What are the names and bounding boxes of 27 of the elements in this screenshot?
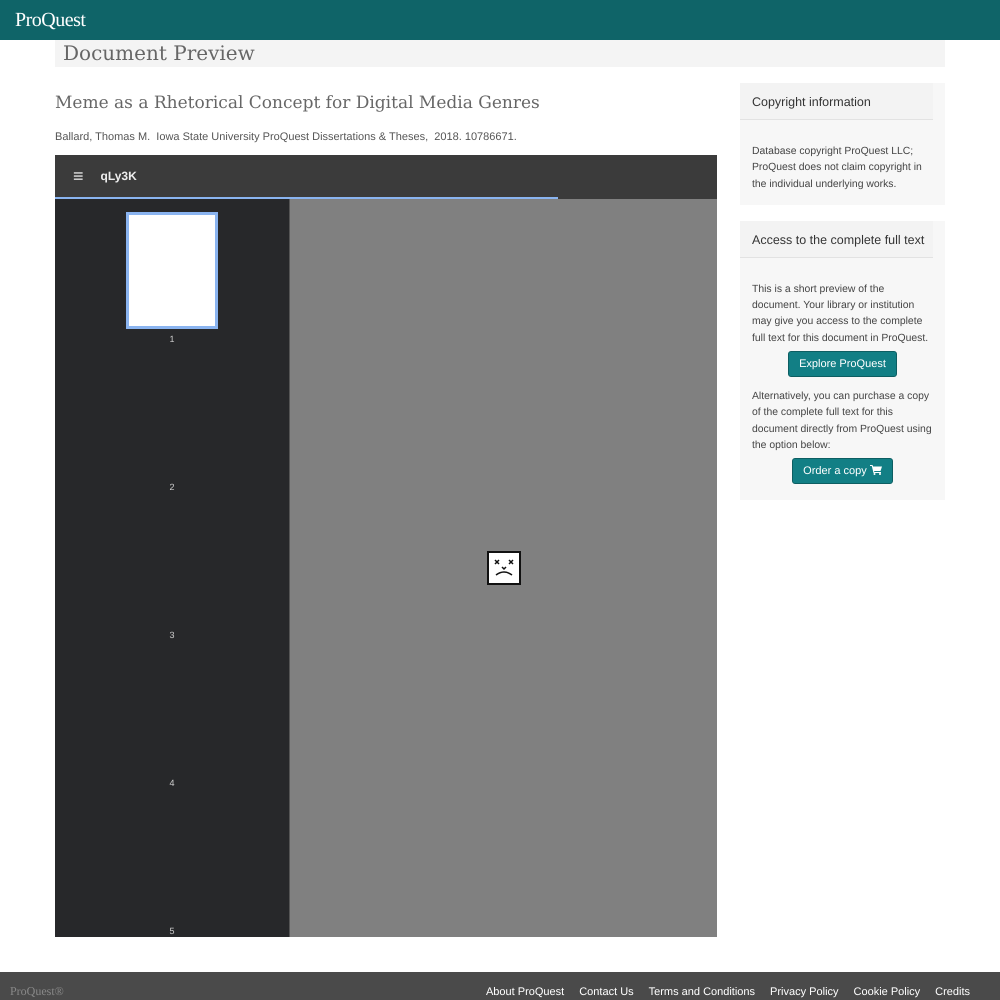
card-text: This is a short preview of the document. Your library or institution may give you access to the complete full text for this document in ProQuest. [752, 282, 930, 346]
action-button[interactable]: Order a copy [792, 458, 893, 484]
page-number[interactable]: 1 [169, 334, 174, 344]
footer-link[interactable]: Terms and Conditions [648, 986, 756, 999]
file-name: qLy3K [100, 169, 137, 183]
card-text: Database copyright ProQuest LLC; ProQuest does not claim copyright in the individual underlying works. [752, 145, 923, 192]
footer-link[interactable]: Privacy Policy [770, 986, 839, 999]
page-number[interactable]: 2 [169, 482, 174, 492]
broken-document-icon [486, 551, 520, 585]
menu-icon[interactable]: ≡ [73, 166, 84, 186]
card-text: Alternatively, you can purchase a copy of the complete full text for this document directly from ProQuest using the option below: [752, 390, 933, 453]
citation: Ballard, Thomas M. Iowa State University ProQuest Dissertations & Theses, 2018. 10786671. [55, 131, 518, 143]
card-title: Access to the complete full text [740, 220, 933, 258]
footer-link[interactable]: Credits [935, 986, 970, 999]
page-title: Document Preview [55, 40, 945, 67]
document-title: Meme as a Rhetorical Concept for Digital Media Genres [55, 93, 541, 113]
footer-link[interactable]: About ProQuest [486, 986, 564, 999]
logo[interactable]: ProQuest [15, 8, 86, 32]
page-number[interactable]: 5 [169, 926, 174, 936]
cart-icon [870, 465, 882, 476]
action-button[interactable]: Explore ProQuest [788, 351, 897, 378]
page-thumbnail[interactable] [126, 212, 218, 329]
page-number[interactable]: 3 [169, 630, 174, 640]
card-title: Copyright information [740, 83, 933, 120]
footer-link[interactable]: Cookie Policy [854, 986, 920, 999]
footer-link[interactable]: Contact Us [579, 986, 634, 999]
page-number[interactable]: 4 [169, 778, 174, 788]
